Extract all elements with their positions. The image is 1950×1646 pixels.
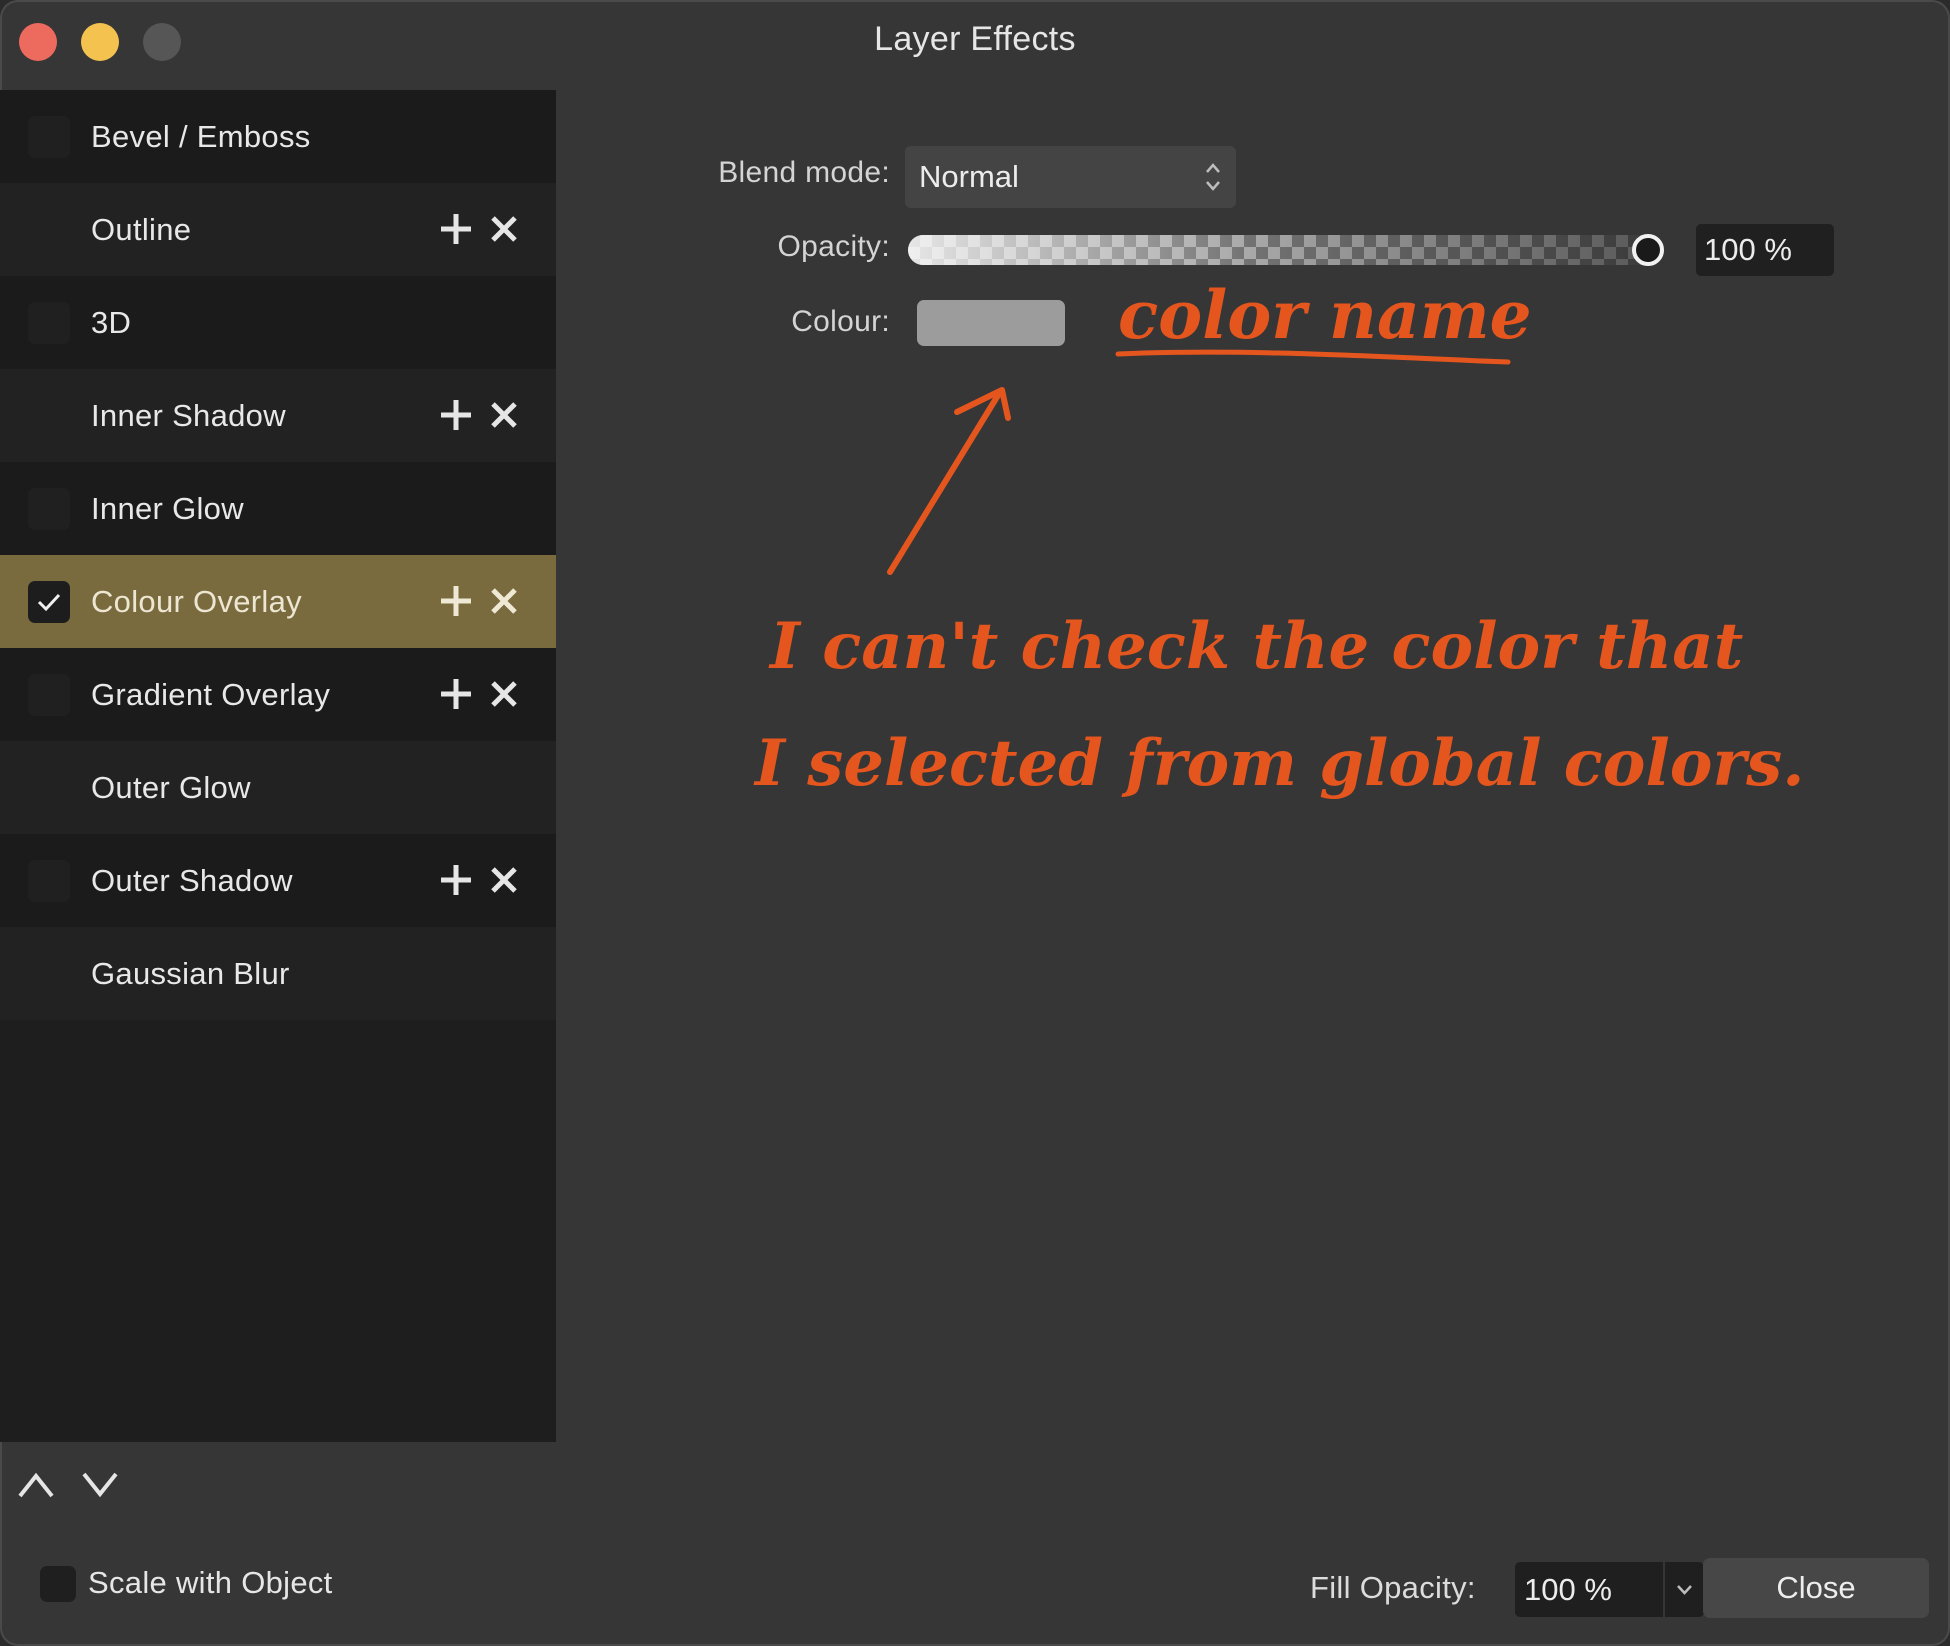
plus-icon[interactable]	[436, 395, 476, 435]
close-icon[interactable]	[484, 395, 524, 435]
chevron-down-icon	[1677, 1585, 1692, 1595]
annotation-arrow-shaft	[887, 389, 1003, 575]
fill-opacity-value: 100 %	[1524, 1572, 1612, 1607]
effect-checkbox[interactable]	[28, 487, 70, 530]
scale-with-object-checkbox[interactable]	[40, 1566, 76, 1602]
effect-label: Colour Overlay	[91, 583, 302, 619]
fill-opacity-input[interactable]: 100 %	[1515, 1562, 1663, 1617]
effect-row-outer-glow[interactable]: Outer Glow	[0, 741, 556, 834]
colour-swatch[interactable]	[917, 300, 1065, 346]
reorder-controls	[0, 1442, 556, 1532]
annotation-arrowhead	[954, 387, 1011, 421]
effect-checkbox[interactable]	[28, 673, 70, 716]
opacity-slider[interactable]	[908, 235, 1664, 265]
blend-mode-value: Normal	[919, 159, 1019, 194]
effect-checkbox-checked[interactable]	[28, 580, 70, 623]
blend-mode-select[interactable]: Normal	[905, 146, 1236, 208]
plus-icon[interactable]	[436, 674, 476, 714]
close-icon[interactable]	[484, 209, 524, 249]
effects-list: Bevel / Emboss Outline 3D Inner Shadow I…	[0, 90, 556, 1442]
window-title: Layer Effects	[874, 20, 1076, 58]
effect-label: Inner Shadow	[91, 397, 286, 433]
effect-row-gradient-overlay[interactable]: Gradient Overlay	[0, 648, 556, 741]
effect-row-inner-glow[interactable]: Inner Glow	[0, 462, 556, 555]
close-icon[interactable]	[484, 581, 524, 621]
opacity-input[interactable]: 100 %	[1696, 224, 1834, 276]
effect-row-inner-shadow[interactable]: Inner Shadow	[0, 369, 556, 462]
opacity-value: 100 %	[1704, 232, 1792, 267]
effect-row-gaussian-blur[interactable]: Gaussian Blur	[0, 927, 556, 1020]
effect-label: Outer Shadow	[91, 862, 293, 898]
annotation-note-line1: I can't check the color that	[768, 609, 1743, 684]
blend-mode-label: Blend mode:	[718, 156, 890, 189]
effect-label: Inner Glow	[91, 490, 244, 526]
opacity-label: Opacity:	[777, 230, 890, 263]
layer-effects-window: Layer Effects Bevel / Emboss Outline 3D …	[0, 0, 1950, 1646]
chevron-down-icon[interactable]	[78, 1464, 122, 1504]
effect-row-outline[interactable]: Outline	[0, 183, 556, 276]
fill-opacity-dropdown[interactable]	[1665, 1562, 1704, 1617]
close-icon[interactable]	[484, 860, 524, 900]
effect-label: 3D	[91, 304, 132, 340]
effect-row-bevel-emboss[interactable]: Bevel / Emboss	[0, 90, 556, 183]
effect-row-outer-shadow[interactable]: Outer Shadow	[0, 834, 556, 927]
effect-checkbox[interactable]	[28, 859, 70, 902]
plus-icon[interactable]	[436, 209, 476, 249]
annotation-underline	[1115, 349, 1511, 365]
effect-label: Bevel / Emboss	[91, 118, 311, 154]
plus-icon[interactable]	[436, 581, 476, 621]
updown-chevron-icon	[1206, 163, 1220, 191]
chevron-up-icon[interactable]	[14, 1464, 58, 1504]
effect-row-3d[interactable]: 3D	[0, 276, 556, 369]
annotation-color-name: color name	[1118, 276, 1532, 354]
effect-label: Gradient Overlay	[91, 676, 331, 712]
title-bar: Layer Effects	[0, 0, 1950, 90]
scale-with-object-label: Scale with Object	[88, 1565, 333, 1600]
effect-label: Gaussian Blur	[91, 955, 290, 991]
colour-label: Colour:	[791, 305, 890, 338]
fill-opacity-label: Fill Opacity:	[1310, 1570, 1476, 1605]
checkmark-icon	[37, 593, 61, 611]
effect-label: Outer Glow	[91, 769, 251, 805]
effect-checkbox[interactable]	[28, 301, 70, 344]
close-button[interactable]: Close	[1703, 1558, 1929, 1618]
effect-row-colour-overlay[interactable]: Colour Overlay	[0, 555, 556, 648]
close-icon[interactable]	[484, 674, 524, 714]
effect-checkbox[interactable]	[28, 115, 70, 158]
effect-label: Outline	[91, 211, 192, 247]
opacity-slider-knob[interactable]	[1632, 234, 1664, 266]
annotation-note-line2: I selected from global colors.	[753, 726, 1804, 801]
plus-icon[interactable]	[436, 860, 476, 900]
